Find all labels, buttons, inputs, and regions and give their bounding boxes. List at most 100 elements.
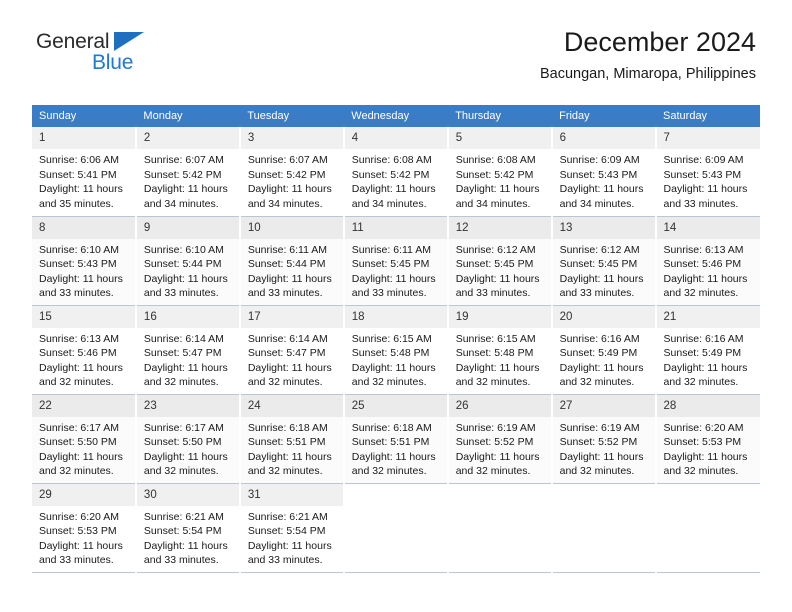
sunset-text: Sunset: 5:54 PM — [143, 525, 222, 537]
calendar-day-cell[interactable]: 14 Sunrise: 6:13 AM Sunset: 5:46 PM Dayligh… — [655, 216, 760, 306]
weekday-header-thursday: Thursday — [447, 105, 553, 127]
calendar-week-row: 8 Sunrise: 6:10 AM Sunset: 5:43 PM Daylight… — [32, 216, 760, 306]
day-cell-inner: 27 Sunrise: 6:19 AM Sunset: 5:52 PM Dayligh… — [552, 394, 655, 483]
daylight-text-line1: Daylight: 11 hours — [455, 450, 540, 463]
sunset-text: Sunset: 5:53 PM — [39, 525, 117, 537]
day-details: Sunrise: 6:19 AM Sunset: 5:52 PM Daylight:… — [553, 417, 655, 479]
calendar-day-cell[interactable]: 6 Sunrise: 6:09 AM Sunset: 5:43 PM Daylight… — [551, 127, 657, 217]
day-number: 20 — [552, 305, 655, 328]
calendar-day-cell[interactable]: 16 Sunrise: 6:14 AM Sunset: 5:47 PM Dayligh… — [135, 305, 241, 395]
day-number: 31 — [240, 483, 343, 506]
calendar-day-cell[interactable]: 5 Sunrise: 6:08 AM Sunset: 5:42 PM Daylight… — [447, 127, 553, 217]
calendar-day-cell[interactable]: 3 Sunrise: 6:07 AM Sunset: 5:42 PM Daylight… — [239, 127, 345, 217]
daylight-text-line2: and 32 minutes. — [143, 376, 219, 388]
calendar-day-cell[interactable]: 11 Sunrise: 6:11 AM Sunset: 5:45 PM Dayligh… — [343, 216, 449, 306]
sunrise-text: Sunrise: 6:13 AM — [39, 332, 119, 345]
calendar-day-cell[interactable]: 17 Sunrise: 6:14 AM Sunset: 5:47 PM Dayligh… — [239, 305, 345, 395]
daylight-text-line1: Daylight: 11 hours — [663, 272, 748, 285]
calendar-day-cell[interactable]: 21 Sunrise: 6:16 AM Sunset: 5:49 PM Dayligh… — [655, 305, 760, 395]
sunset-text: Sunset: 5:50 PM — [143, 436, 222, 448]
day-cell-inner: 12 Sunrise: 6:12 AM Sunset: 5:45 PM Dayligh… — [448, 216, 551, 305]
sunset-text: Sunset: 5:42 PM — [247, 168, 326, 181]
daylight-text-line1: Daylight: 11 hours — [39, 361, 123, 374]
day-number: 14 — [656, 216, 760, 239]
calendar-day-cell[interactable]: 8 Sunrise: 6:10 AM Sunset: 5:43 PM Daylight… — [32, 216, 137, 306]
calendar-day-cell[interactable]: 19 Sunrise: 6:15 AM Sunset: 5:48 PM Dayligh… — [447, 305, 553, 395]
day-details: Sunrise: 6:15 AM Sunset: 5:48 PM Daylight:… — [345, 328, 447, 390]
sunset-text: Sunset: 5:41 PM — [39, 168, 117, 181]
sunset-text: Sunset: 5:45 PM — [351, 258, 430, 270]
calendar-day-cell[interactable]: 29 Sunrise: 6:20 AM Sunset: 5:53 PM Dayligh… — [32, 483, 137, 573]
calendar-day-cell[interactable]: 18 Sunrise: 6:15 AM Sunset: 5:48 PM Dayligh… — [343, 305, 449, 395]
sunset-text: Sunset: 5:45 PM — [559, 258, 638, 270]
daylight-text-line2: and 33 minutes. — [39, 287, 114, 299]
day-details: Sunrise: 6:07 AM Sunset: 5:42 PM Daylight:… — [137, 149, 239, 211]
sunrise-text: Sunrise: 6:11 AM — [247, 243, 328, 256]
calendar-day-cell[interactable]: 27 Sunrise: 6:19 AM Sunset: 5:52 PM Dayligh… — [551, 394, 657, 484]
day-cell-inner: 7 Sunrise: 6:09 AM Sunset: 5:43 PM Daylight… — [656, 127, 760, 216]
day-number: 29 — [32, 483, 135, 506]
day-details: Sunrise: 6:21 AM Sunset: 5:54 PM Daylight:… — [137, 506, 239, 568]
logo-triangle-icon — [114, 32, 144, 51]
sunrise-text: Sunrise: 6:14 AM — [247, 332, 328, 345]
day-details: Sunrise: 6:20 AM Sunset: 5:53 PM Daylight:… — [657, 417, 760, 479]
calendar-cell-empty — [551, 483, 657, 573]
calendar-day-cell[interactable]: 10 Sunrise: 6:11 AM Sunset: 5:44 PM Dayligh… — [239, 216, 345, 306]
sunset-text: Sunset: 5:53 PM — [663, 436, 742, 448]
calendar-day-cell[interactable]: 12 Sunrise: 6:12 AM Sunset: 5:45 PM Dayligh… — [447, 216, 553, 306]
calendar-day-cell[interactable]: 28 Sunrise: 6:20 AM Sunset: 5:53 PM Dayligh… — [655, 394, 760, 484]
sunrise-text: Sunrise: 6:09 AM — [663, 154, 744, 166]
day-number: 7 — [656, 127, 760, 149]
calendar-cell-empty — [343, 483, 449, 573]
daylight-text-line2: and 33 minutes. — [455, 287, 531, 299]
daylight-text-line2: and 35 minutes. — [39, 197, 114, 210]
day-number: 23 — [136, 394, 239, 417]
day-details: Sunrise: 6:14 AM Sunset: 5:47 PM Daylight:… — [241, 328, 343, 390]
sunrise-text: Sunrise: 6:12 AM — [455, 243, 536, 256]
daylight-text-line1: Daylight: 11 hours — [143, 183, 228, 195]
sunrise-text: Sunrise: 6:12 AM — [559, 243, 640, 256]
calendar-day-cell[interactable]: 23 Sunrise: 6:17 AM Sunset: 5:50 PM Dayligh… — [135, 394, 241, 484]
sunset-text: Sunset: 5:42 PM — [351, 168, 430, 181]
calendar-day-cell[interactable]: 2 Sunrise: 6:07 AM Sunset: 5:42 PM Daylight… — [135, 127, 241, 217]
daylight-text-line1: Daylight: 11 hours — [351, 361, 436, 374]
day-cell-inner: 10 Sunrise: 6:11 AM Sunset: 5:44 PM Dayligh… — [240, 216, 343, 305]
weekday-header-tuesday: Tuesday — [239, 105, 345, 127]
day-details: Sunrise: 6:19 AM Sunset: 5:52 PM Daylight:… — [449, 417, 551, 479]
calendar-day-cell[interactable]: 4 Sunrise: 6:08 AM Sunset: 5:42 PM Daylight… — [343, 127, 449, 217]
day-cell-inner: 4 Sunrise: 6:08 AM Sunset: 5:42 PM Daylight… — [344, 127, 447, 216]
day-number: 21 — [656, 305, 760, 328]
calendar-day-cell[interactable]: 13 Sunrise: 6:12 AM Sunset: 5:45 PM Dayligh… — [551, 216, 657, 306]
calendar-day-cell[interactable]: 31 Sunrise: 6:21 AM Sunset: 5:54 PM Dayligh… — [239, 483, 345, 573]
daylight-text-line1: Daylight: 11 hours — [455, 272, 540, 285]
calendar-day-cell[interactable]: 1 Sunrise: 6:06 AM Sunset: 5:41 PM Daylight… — [32, 127, 137, 217]
day-number: 3 — [240, 127, 343, 149]
calendar-day-cell[interactable]: 26 Sunrise: 6:19 AM Sunset: 5:52 PM Dayligh… — [447, 394, 553, 484]
day-number: 30 — [136, 483, 239, 506]
day-number: 12 — [448, 216, 551, 239]
sunset-text: Sunset: 5:43 PM — [39, 258, 117, 270]
daylight-text-line1: Daylight: 11 hours — [39, 450, 123, 463]
daylight-text-line2: and 34 minutes. — [143, 197, 219, 210]
calendar-day-cell[interactable]: 9 Sunrise: 6:10 AM Sunset: 5:44 PM Daylight… — [135, 216, 241, 306]
day-details: Sunrise: 6:14 AM Sunset: 5:47 PM Daylight:… — [137, 328, 239, 390]
sunrise-text: Sunrise: 6:15 AM — [455, 332, 536, 345]
calendar-day-cell[interactable]: 25 Sunrise: 6:18 AM Sunset: 5:51 PM Dayligh… — [343, 394, 449, 484]
daylight-text-line2: and 32 minutes. — [663, 287, 739, 299]
calendar-day-cell[interactable]: 15 Sunrise: 6:13 AM Sunset: 5:46 PM Dayligh… — [32, 305, 137, 395]
calendar-day-cell[interactable]: 20 Sunrise: 6:16 AM Sunset: 5:49 PM Dayligh… — [551, 305, 657, 395]
day-number — [345, 484, 447, 488]
weekday-header-friday: Friday — [551, 105, 657, 127]
day-details: Sunrise: 6:12 AM Sunset: 5:45 PM Daylight:… — [449, 239, 551, 301]
day-cell-inner: 3 Sunrise: 6:07 AM Sunset: 5:42 PM Daylight… — [240, 127, 343, 216]
weekday-header-sunday: Sunday — [32, 105, 137, 127]
day-details: Sunrise: 6:08 AM Sunset: 5:42 PM Daylight:… — [449, 149, 551, 211]
sunset-text: Sunset: 5:43 PM — [559, 168, 638, 181]
day-number: 10 — [240, 216, 343, 239]
day-details: Sunrise: 6:15 AM Sunset: 5:48 PM Daylight:… — [449, 328, 551, 390]
calendar-day-cell[interactable]: 24 Sunrise: 6:18 AM Sunset: 5:51 PM Dayligh… — [239, 394, 345, 484]
calendar-day-cell[interactable]: 30 Sunrise: 6:21 AM Sunset: 5:54 PM Dayligh… — [135, 483, 241, 573]
sunrise-text: Sunrise: 6:16 AM — [559, 332, 640, 345]
calendar-day-cell[interactable]: 22 Sunrise: 6:17 AM Sunset: 5:50 PM Dayligh… — [32, 394, 137, 484]
calendar-day-cell[interactable]: 7 Sunrise: 6:09 AM Sunset: 5:43 PM Daylight… — [655, 127, 760, 217]
